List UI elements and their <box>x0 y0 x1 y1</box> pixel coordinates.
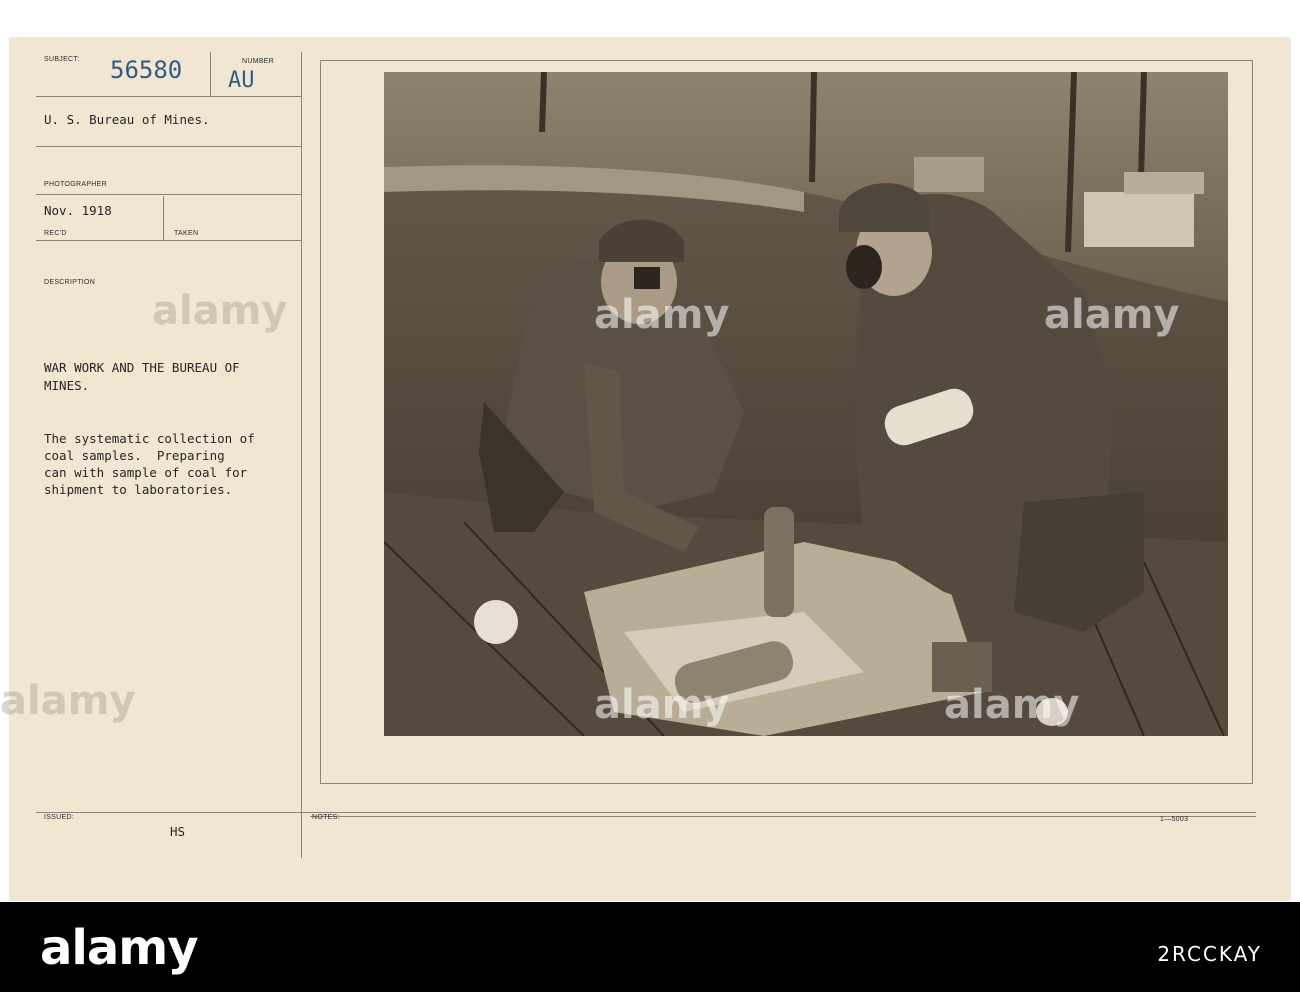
number-value: AU <box>228 68 255 93</box>
rule-subject-divider <box>210 52 211 96</box>
notes-label: NOTES: <box>312 814 340 821</box>
watermark-photo-1: alamy <box>594 292 730 338</box>
rule-header <box>36 96 302 97</box>
description-line-3: can with sample of coal for <box>44 465 248 480</box>
frame-top <box>320 60 1252 61</box>
issued-label: ISSUED: <box>44 814 75 821</box>
rule-bottom <box>36 812 1256 813</box>
watermark-photo-4: alamy <box>944 682 1080 728</box>
date-text: Nov. 1918 <box>44 203 112 218</box>
subject-number: 56580 <box>110 56 183 84</box>
rule-photographer <box>36 194 302 195</box>
rule-bottom-2 <box>310 816 1256 817</box>
description-line-2: coal samples. Preparing <box>44 448 225 463</box>
frame-right <box>1252 60 1253 784</box>
issued-value: HS <box>170 824 186 839</box>
rule-column-divider <box>301 52 302 858</box>
watermark-card-2: alamy <box>0 678 136 724</box>
watermark-photo-2: alamy <box>1044 292 1180 338</box>
frame-bottom <box>320 783 1253 784</box>
watermark-card-1: alamy <box>152 288 288 334</box>
watermark-photo-3: alamy <box>594 682 730 728</box>
photograph: alamy alamy alamy alamy <box>383 71 1228 737</box>
frame-left <box>320 60 321 784</box>
image-id: 2RCCKAY <box>1157 942 1262 966</box>
recd-label: REC'D <box>44 230 67 237</box>
stock-footer-bar: alamy 2RCCKAY <box>0 902 1300 992</box>
form-code: 1—5003 <box>1160 816 1189 823</box>
taken-label: TAKEN <box>174 230 199 237</box>
photographer-label: PHOTOGRAPHER <box>44 181 107 188</box>
rule-date-divider <box>163 196 164 240</box>
rule-date <box>36 240 302 241</box>
description-line-4: shipment to laboratories. <box>44 482 233 497</box>
stock-logo: alamy <box>40 920 199 976</box>
description-label: DESCRIPTION <box>44 279 96 286</box>
title-line-2: MINES. <box>44 378 90 393</box>
subject-label: SUBJECT: <box>44 56 80 63</box>
number-label: NUMBER <box>242 58 275 65</box>
agency-text: U. S. Bureau of Mines. <box>44 112 210 127</box>
photograph-image <box>383 71 1228 737</box>
title-line-1: WAR WORK AND THE BUREAU OF <box>44 360 240 375</box>
description-line-1: The systematic collection of <box>44 431 255 446</box>
rule-agency <box>36 146 302 147</box>
